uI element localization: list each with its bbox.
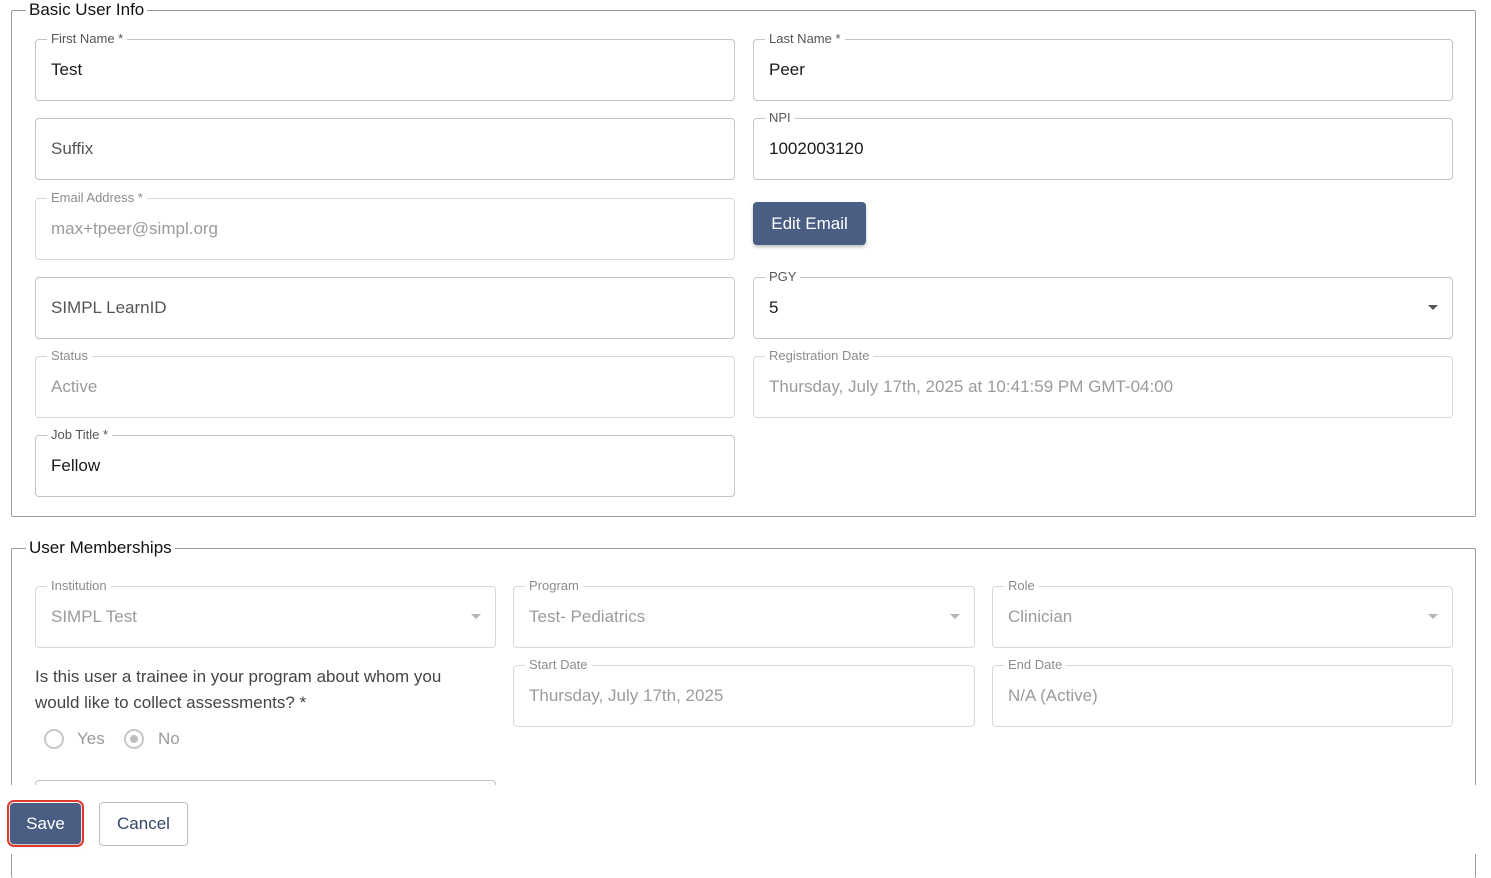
trainee-yes-radio[interactable] [44, 729, 64, 749]
first-name-value: Test [51, 60, 83, 79]
end-date-field: End Date N/A (Active) [992, 657, 1453, 727]
start-date-label: Start Date [525, 657, 592, 673]
registration-date-value: Thursday, July 17th, 2025 at 10:41:59 PM… [769, 377, 1174, 396]
suffix-field[interactable]: Suffix [35, 118, 735, 180]
chevron-down-icon [1428, 614, 1438, 619]
npi-value: 1002003120 [769, 139, 864, 158]
chevron-down-icon[interactable] [1428, 305, 1438, 310]
job-title-value: Fellow [51, 456, 101, 475]
end-date-value: N/A (Active) [1008, 686, 1098, 705]
last-name-field[interactable]: Last Name * Peer [753, 31, 1453, 101]
program-label: Program [525, 578, 583, 594]
role-label: Role [1004, 578, 1039, 594]
status-value: Active [51, 377, 98, 396]
learn-id-placeholder: SIMPL LearnID [51, 298, 167, 317]
pgy-select[interactable]: PGY 5 [753, 269, 1453, 339]
end-date-label: End Date [1004, 657, 1067, 673]
suffix-placeholder: Suffix [51, 139, 94, 158]
trainee-question: Is this user a trainee in your program a… [35, 667, 442, 712]
status-label: Status [47, 348, 92, 364]
cancel-button[interactable]: Cancel [99, 802, 188, 846]
chevron-down-icon [471, 614, 481, 619]
last-name-value: Peer [769, 60, 805, 79]
npi-field[interactable]: NPI 1002003120 [753, 110, 1453, 180]
pgy-value: 5 [769, 298, 779, 317]
job-title-field[interactable]: Job Title * Fellow [35, 427, 735, 497]
start-date-value: Thursday, July 17th, 2025 [529, 686, 724, 705]
email-value: max+tpeer@simpl.org [51, 219, 219, 238]
save-button[interactable]: Save [7, 800, 84, 847]
trainee-yes-label: Yes [77, 729, 105, 748]
trainee-no-radio[interactable] [124, 729, 144, 749]
user-memberships-legend: User Memberships [26, 538, 175, 558]
program-value: Test- Pediatrics [529, 607, 646, 626]
institution-select: Institution SIMPL Test [35, 578, 496, 648]
pgy-label: PGY [765, 269, 801, 285]
chevron-down-icon [950, 614, 960, 619]
edit-email-button[interactable]: Edit Email [753, 202, 866, 245]
job-title-label: Job Title * [47, 427, 113, 443]
npi-label: NPI [765, 110, 795, 126]
program-select: Program Test- Pediatrics [513, 578, 975, 648]
start-date-field: Start Date Thursday, July 17th, 2025 [513, 657, 975, 727]
email-label: Email Address * [47, 190, 147, 206]
learn-id-field[interactable]: SIMPL LearnID [35, 277, 735, 339]
last-name-label: Last Name * [765, 31, 845, 47]
first-name-field[interactable]: First Name * Test [35, 31, 735, 101]
trainee-no-label: No [158, 729, 180, 748]
email-field: Email Address * max+tpeer@simpl.org [35, 190, 735, 260]
role-select: Role Clinician [992, 578, 1453, 648]
institution-value: SIMPL Test [51, 607, 137, 626]
first-name-label: First Name * [47, 31, 128, 47]
basic-user-info-legend: Basic User Info [26, 0, 148, 20]
registration-date-label: Registration Date [765, 348, 874, 364]
institution-label: Institution [47, 578, 111, 594]
registration-date-field: Registration Date Thursday, July 17th, 2… [753, 348, 1453, 418]
role-value: Clinician [1008, 607, 1073, 626]
status-field: Status Active [35, 348, 735, 418]
footer-bar [0, 785, 1491, 854]
